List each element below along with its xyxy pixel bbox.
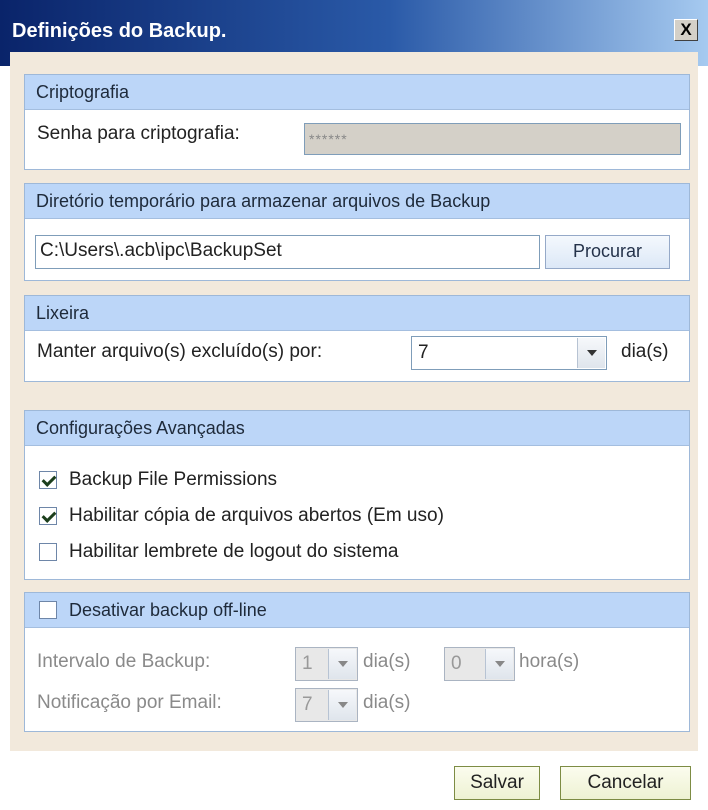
browse-button[interactable]: Procurar — [545, 235, 670, 269]
keep-days-dropdown[interactable]: 7 — [411, 336, 607, 370]
group-header-diretorio: Diretório temporário para armazenar arqu… — [25, 184, 689, 219]
group-lixeira: Lixeira Manter arquivo(s) excluído(s) po… — [24, 295, 690, 382]
password-label: Senha para criptografia: — [37, 123, 240, 144]
keep-days-unit: dia(s) — [621, 341, 669, 362]
interval-days-value: 1 — [302, 653, 313, 674]
group-header-offline: Desativar backup off-line — [25, 593, 689, 628]
email-days-unit: dia(s) — [363, 692, 411, 713]
save-button[interactable]: Salvar — [454, 766, 540, 800]
keep-days-value: 7 — [418, 342, 429, 363]
backup-permissions-checkbox[interactable] — [39, 471, 57, 489]
chevron-down-icon[interactable] — [328, 690, 356, 720]
chevron-down-icon[interactable] — [577, 338, 605, 368]
group-header-avancadas: Configurações Avançadas — [25, 411, 689, 446]
group-header-lixeira: Lixeira — [25, 296, 689, 331]
group-diretorio: Diretório temporário para armazenar arqu… — [24, 183, 690, 281]
group-avancadas: Configurações Avançadas Backup File Perm… — [24, 410, 690, 580]
chevron-down-icon[interactable] — [328, 649, 356, 679]
backup-permissions-label: Backup File Permissions — [69, 469, 278, 490]
interval-days-dropdown[interactable]: 1 — [295, 647, 358, 681]
group-header-criptografia: Criptografia — [25, 75, 689, 110]
chevron-down-icon[interactable] — [485, 649, 513, 679]
email-notification-label: Notificação por Email: — [37, 692, 222, 713]
window-title: Definições do Backup. — [12, 20, 227, 42]
email-days-value: 7 — [302, 694, 313, 715]
interval-days-unit: dia(s) — [363, 651, 411, 672]
cancel-button[interactable]: Cancelar — [560, 766, 691, 800]
close-button[interactable]: X — [674, 19, 698, 41]
group-offline: Desativar backup off-line Intervalo de B… — [24, 592, 690, 732]
open-files-copy-checkbox[interactable] — [39, 507, 57, 525]
backup-interval-label: Intervalo de Backup: — [37, 651, 211, 672]
keep-deleted-label: Manter arquivo(s) excluído(s) por: — [37, 341, 323, 362]
password-field[interactable]: ****** — [304, 123, 681, 155]
group-criptografia: Criptografia Senha para criptografia: **… — [24, 74, 690, 170]
interval-hours-dropdown[interactable]: 0 — [444, 647, 515, 681]
interval-hours-value: 0 — [451, 653, 462, 674]
interval-hours-unit: hora(s) — [519, 651, 580, 672]
temp-directory-input[interactable]: C:\Users\.acb\ipc\BackupSet — [35, 235, 540, 269]
email-days-dropdown[interactable]: 7 — [295, 688, 358, 722]
disable-offline-checkbox[interactable] — [39, 601, 57, 619]
logout-reminder-checkbox[interactable] — [39, 543, 57, 561]
logout-reminder-label: Habilitar lembrete de logout do sistema — [69, 541, 399, 562]
open-files-copy-label: Habilitar cópia de arquivos abertos (Em … — [69, 505, 444, 526]
